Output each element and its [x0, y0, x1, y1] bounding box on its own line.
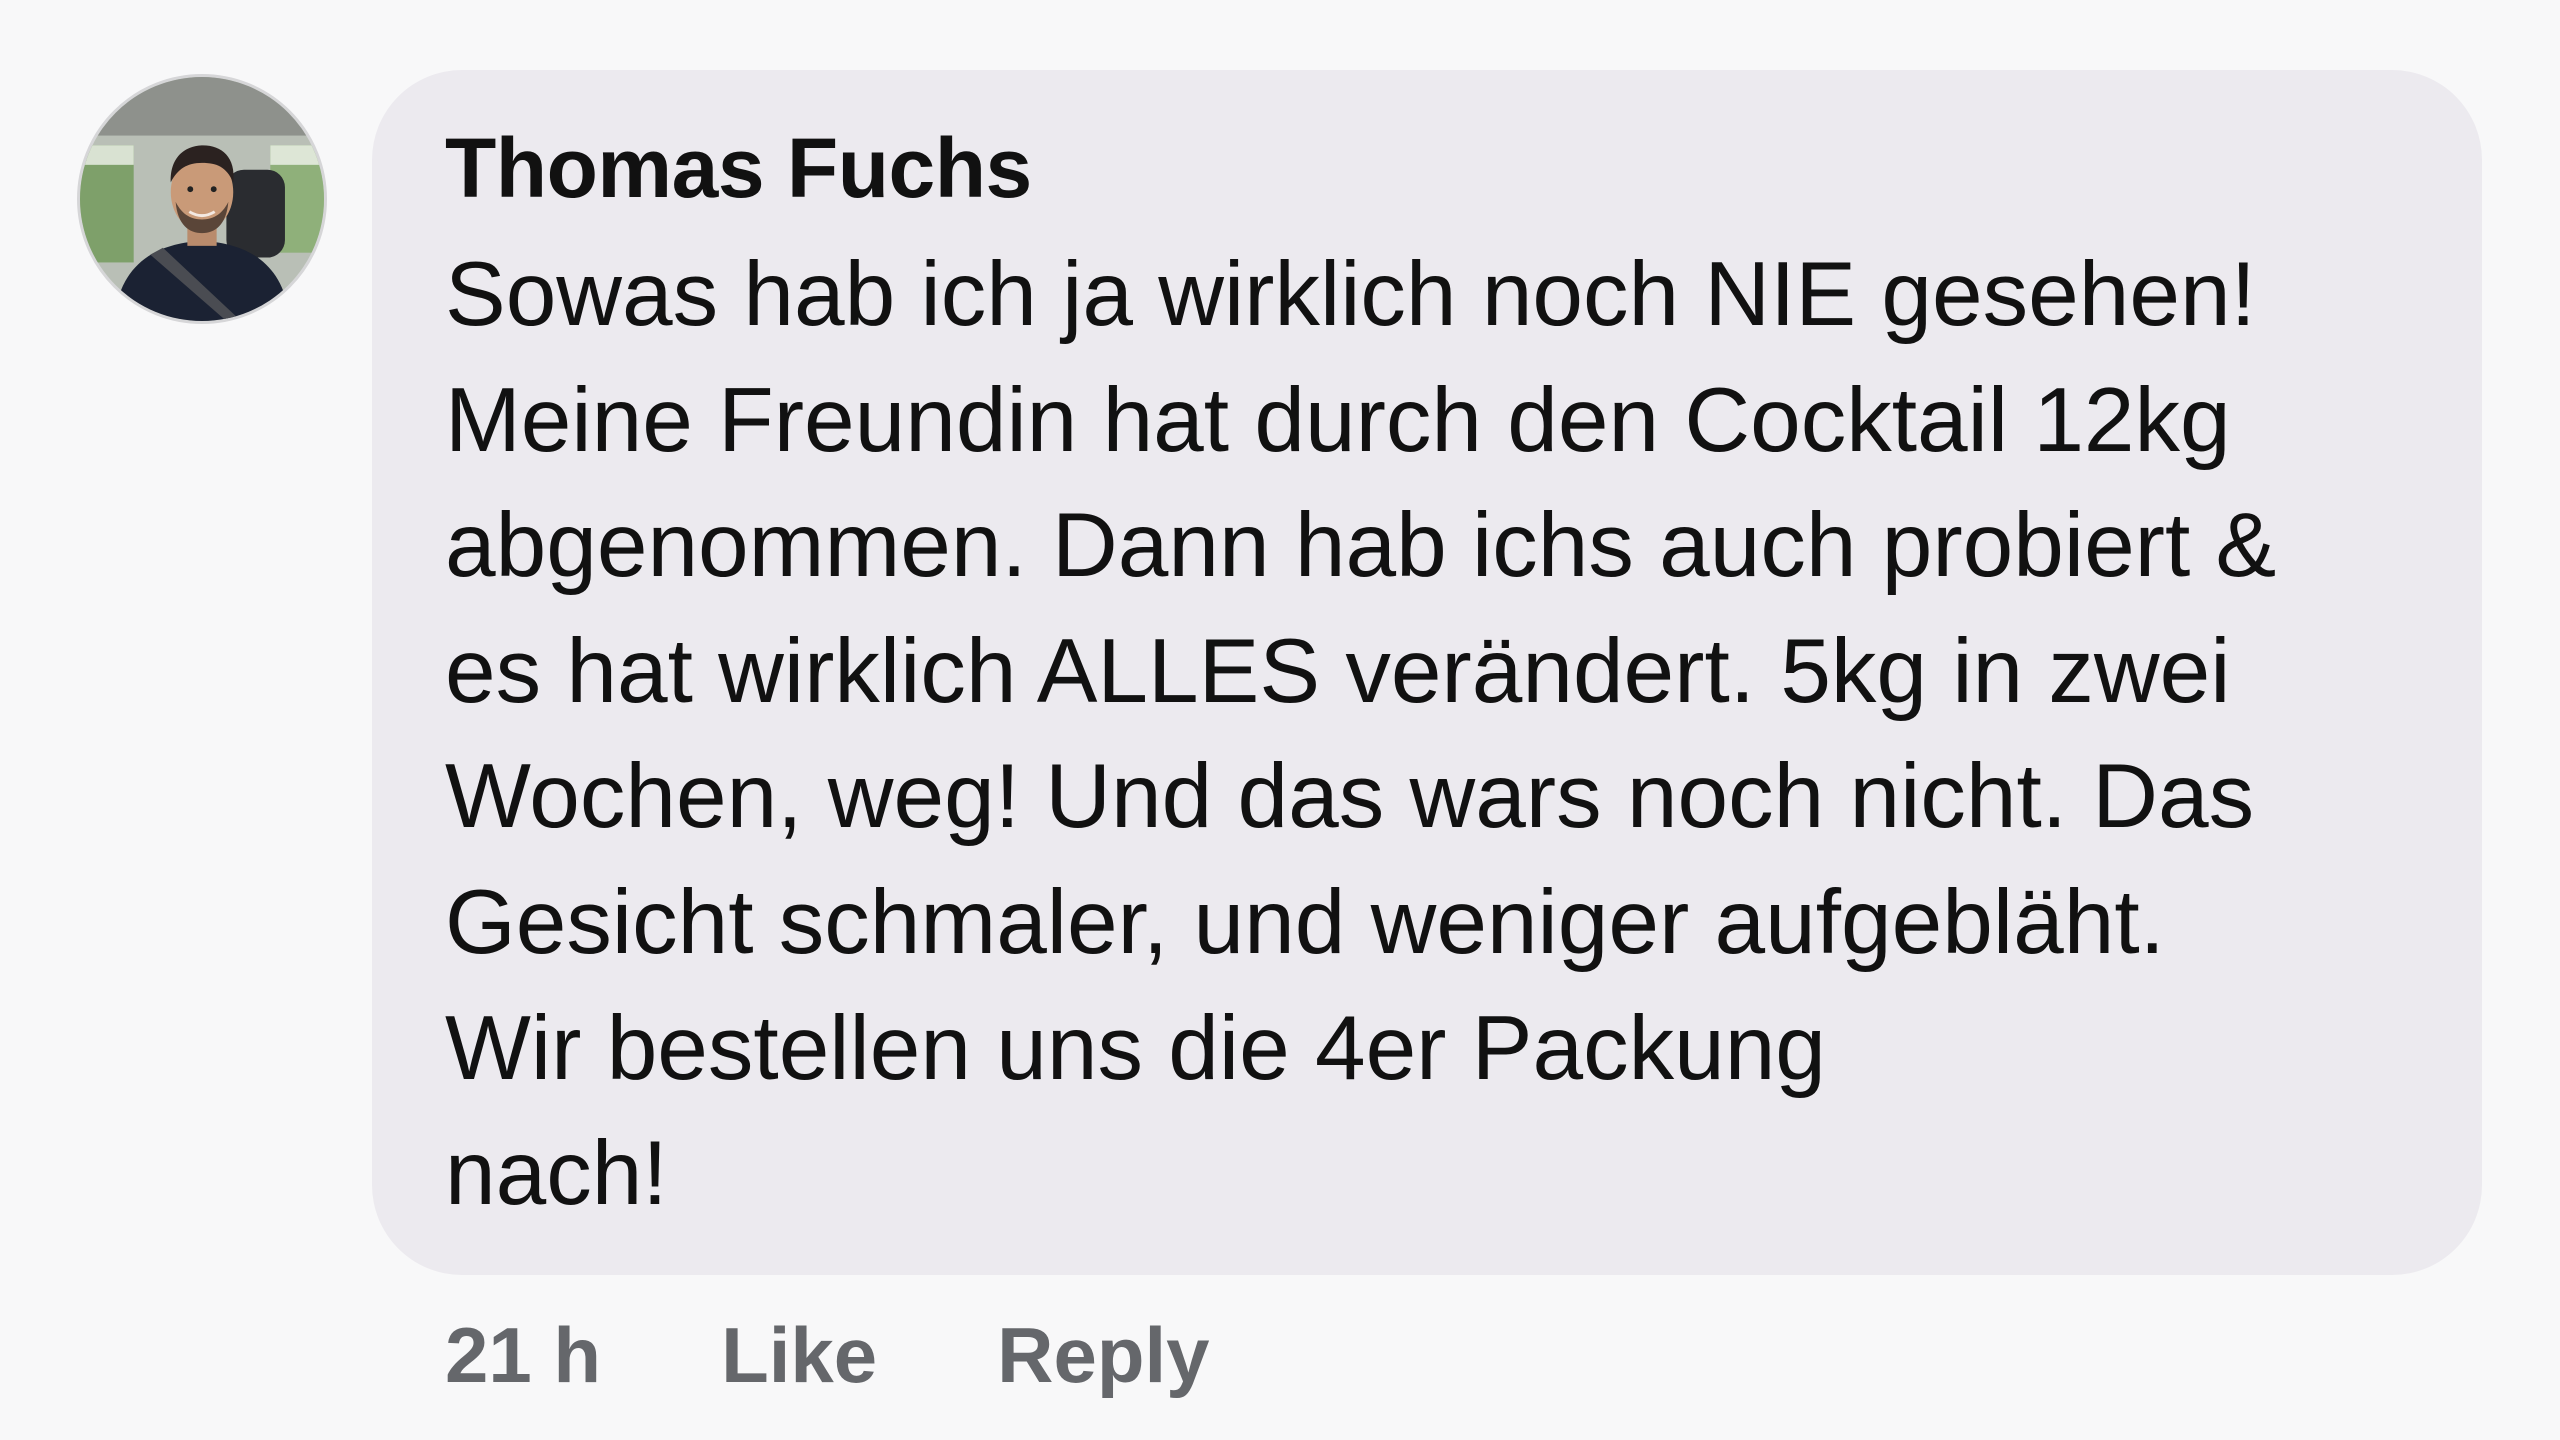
- comment-line: Meine Freundin hat durch den Cocktail 12…: [445, 369, 2231, 471]
- comment-bubble: Thomas Fuchs Sowas hab ich ja wirklich n…: [372, 70, 2482, 1275]
- comment-body: Sowas hab ich ja wirklich noch NIE geseh…: [445, 232, 2405, 1237]
- avatar[interactable]: [77, 74, 327, 324]
- comment-line: Sowas hab ich ja wirklich noch NIE geseh…: [445, 244, 2256, 345]
- comment-line: Wir bestellen uns die 4er Packung: [445, 997, 1826, 1099]
- like-button[interactable]: Like: [721, 1310, 877, 1401]
- avatar-photo: [80, 77, 324, 321]
- comment-line: Gesicht schmaler, und weniger aufgebläht…: [445, 871, 2165, 973]
- comment-line: abgenommen. Dann hab ichs auch probiert …: [445, 495, 2277, 597]
- reply-button[interactable]: Reply: [997, 1310, 1209, 1401]
- comment-timestamp[interactable]: 21 h: [445, 1310, 601, 1401]
- comment-screen: Thomas Fuchs Sowas hab ich ja wirklich n…: [0, 0, 2560, 1440]
- comment-line: Wochen, weg! Und das wars noch nicht. Da…: [445, 746, 2255, 848]
- comment-actions: 21 h Like Reply: [445, 1305, 1210, 1405]
- comment-author-name[interactable]: Thomas Fuchs: [445, 118, 2412, 218]
- comment-line: es hat wirklich ALLES verändert. 5kg in …: [445, 620, 2231, 722]
- comment-line: nach!: [445, 1123, 668, 1225]
